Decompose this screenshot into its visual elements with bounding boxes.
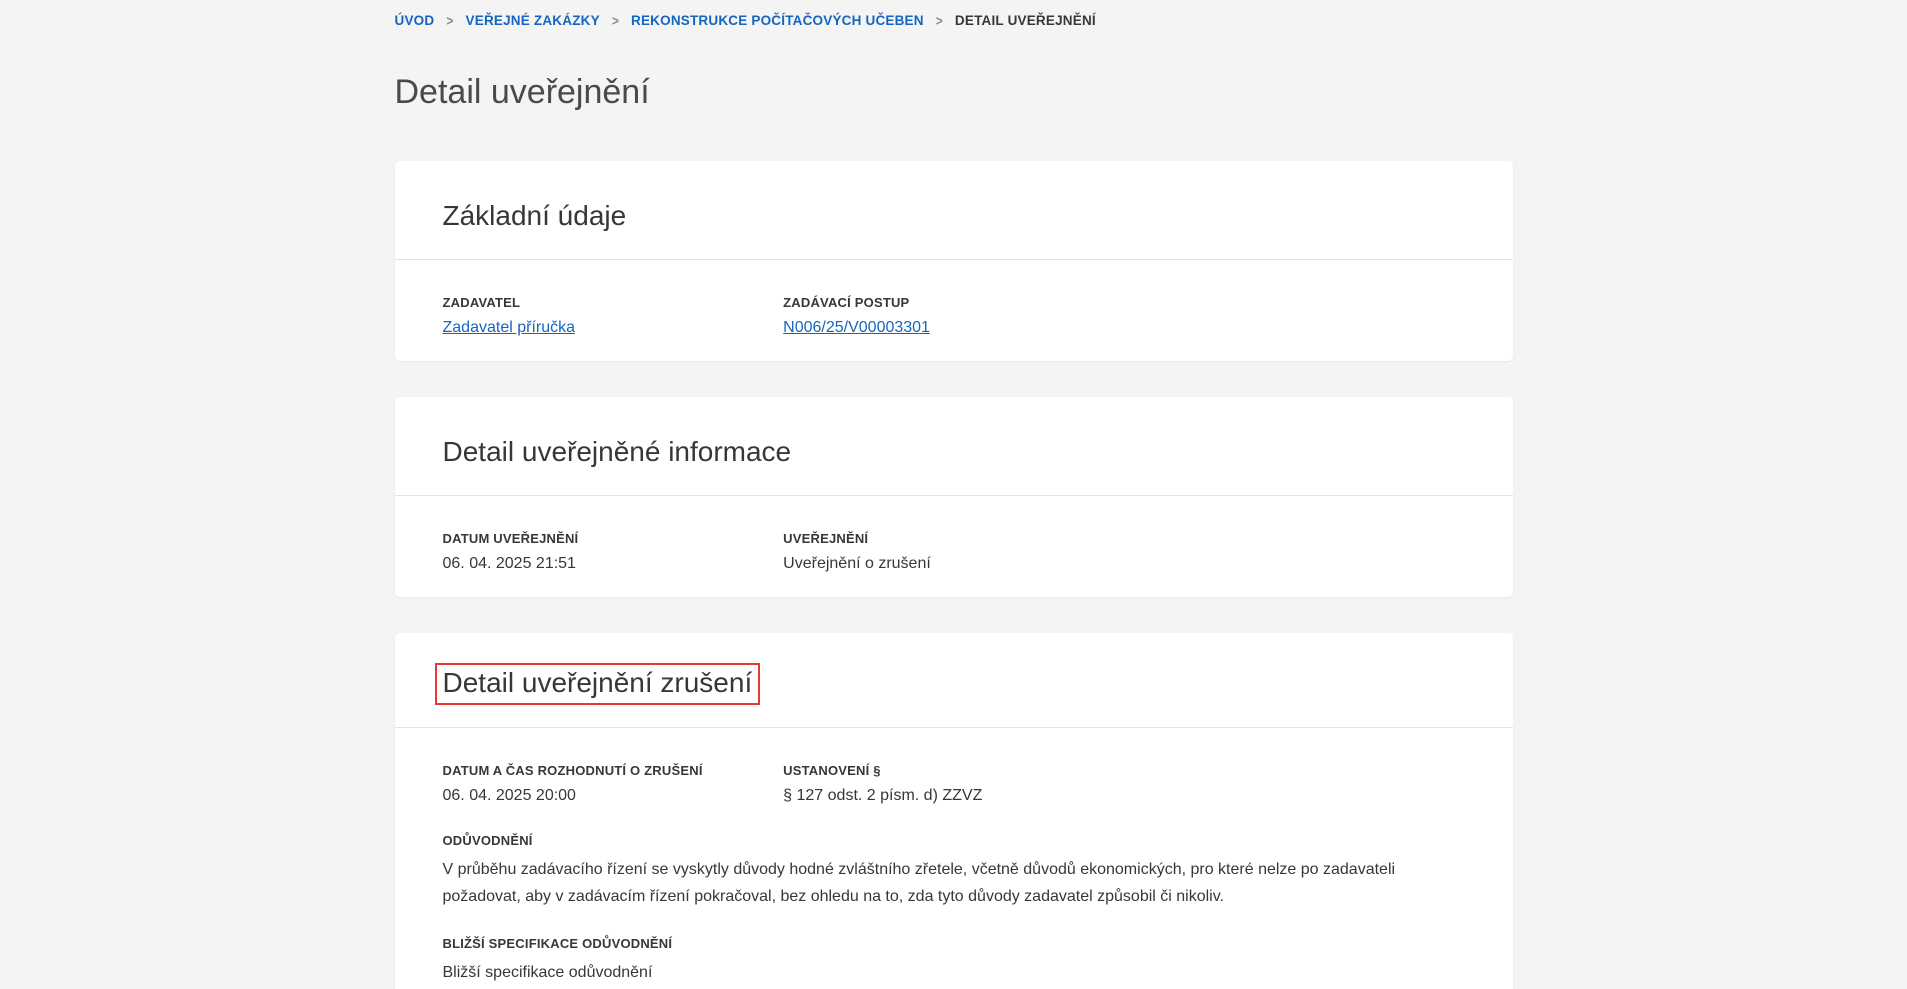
section-text: Bližší specifikace odůvodnění [443,959,1465,986]
field-label: ZADÁVACÍ POSTUP [783,295,1124,310]
card-header: Detail uveřejnění zrušení [395,633,1513,728]
field-label: UVEŘEJNĚNÍ [783,531,1124,546]
field-label: DATUM UVEŘEJNĚNÍ [443,531,784,546]
annotation-highlight-box: Detail uveřejnění zrušení [435,663,761,705]
section-text: V průběhu zadávacího řízení se vyskytly … [443,856,1465,910]
card-body: DATUM A ČAS ROZHODNUTÍ O ZRUŠENÍ 06. 04.… [395,728,1513,989]
field-empty [1124,295,1465,339]
field-uverejneni: UVEŘEJNĚNÍ Uveřejnění o zrušení [783,531,1124,575]
field-label: DATUM A ČAS ROZHODNUTÍ O ZRUŠENÍ [443,763,784,778]
breadcrumb-link-rekonstrukce-pocitacovych-uceben[interactable]: REKONSTRUKCE POČÍTAČOVÝCH UČEBEN [631,13,924,28]
breadcrumb: ÚVOD > VEŘEJNÉ ZAKÁZKY > REKONSTRUKCE PO… [395,0,1513,28]
card-header: Detail uveřejněné informace [395,397,1513,496]
card-detail-uverejnene-informace: Detail uveřejněné informace DATUM UVEŘEJ… [395,397,1513,597]
field-value: Uveřejnění o zrušení [783,553,1124,575]
section-blizsi-specifikace-oduvodneni: BLIŽŠÍ SPECIFIKACE ODŮVODNĚNÍ Bližší spe… [443,936,1465,986]
field-empty [1124,763,1465,807]
field-datum-a-cas-rozhodnuti-o-zruseni: DATUM A ČAS ROZHODNUTÍ O ZRUŠENÍ 06. 04.… [443,763,784,807]
field-zadavaci-postup: ZADÁVACÍ POSTUP N006/25/V00003301 [783,295,1124,339]
field-empty [1124,531,1465,575]
field-zadavatel: ZADAVATEL Zadavatel příručka [443,295,784,339]
card-body: ZADAVATEL Zadavatel příručka ZADÁVACÍ PO… [395,260,1513,361]
breadcrumb-link-uvod[interactable]: ÚVOD [395,13,435,28]
section-oduvodneni: ODŮVODNĚNÍ V průběhu zadávacího řízení s… [443,833,1465,910]
page-title: Detail uveřejnění [395,70,1513,114]
content-container: ÚVOD > VEŘEJNÉ ZAKÁZKY > REKONSTRUKCE PO… [395,0,1513,989]
zadavaci-postup-link[interactable]: N006/25/V00003301 [783,317,930,339]
zadavatel-link[interactable]: Zadavatel příručka [443,317,576,339]
card-header: Základní údaje [395,161,1513,260]
field-label: USTANOVENÍ § [783,763,1124,778]
field-label: ZADAVATEL [443,295,784,310]
field-value: 06. 04. 2025 21:51 [443,553,784,575]
field-value: 06. 04. 2025 20:00 [443,785,784,807]
card-title-detail-uverejneni-zruseni: Detail uveřejnění zrušení [443,663,1465,705]
field-datum-uverejneni: DATUM UVEŘEJNĚNÍ 06. 04. 2025 21:51 [443,531,784,575]
card-zakladni-udaje: Základní údaje ZADAVATEL Zadavatel příru… [395,161,1513,361]
breadcrumb-separator-icon: > [936,12,943,28]
breadcrumb-current: DETAIL UVEŘEJNĚNÍ [955,13,1096,28]
field-label: BLIŽŠÍ SPECIFIKACE ODŮVODNĚNÍ [443,936,1465,951]
card-body: DATUM UVEŘEJNĚNÍ 06. 04. 2025 21:51 UVEŘ… [395,496,1513,597]
card-title-detail-uverejnene-informace: Detail uveřejněné informace [443,435,1465,469]
field-label: ODŮVODNĚNÍ [443,833,1465,848]
breadcrumb-separator-icon: > [612,12,619,28]
card-detail-uverejneni-zruseni: Detail uveřejnění zrušení DATUM A ČAS RO… [395,633,1513,989]
field-ustanoveni: USTANOVENÍ § § 127 odst. 2 písm. d) ZZVZ [783,763,1124,807]
field-value: § 127 odst. 2 písm. d) ZZVZ [783,785,1124,807]
card-title-zakladni-udaje: Základní údaje [443,199,1465,233]
breadcrumb-separator-icon: > [446,12,453,28]
breadcrumb-link-verejne-zakazky[interactable]: VEŘEJNÉ ZAKÁZKY [466,13,600,28]
